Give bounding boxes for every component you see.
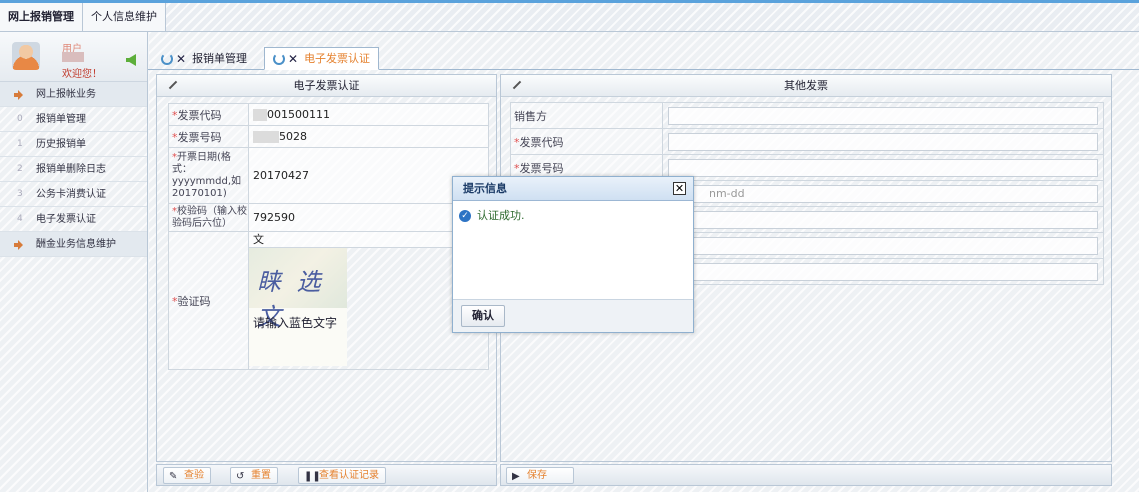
reset-button[interactable]: ↺ 重置 [230,467,278,484]
other-field-input[interactable] [668,236,1098,255]
seller-input[interactable] [668,106,1098,125]
user-box: 用户 欢迎您！ [0,32,147,82]
refresh-icon[interactable] [273,53,285,65]
user-name-redacted [62,52,84,62]
sidebar-item-label: 报销单管理 [36,114,86,125]
sidebar-group-online-reimbursement[interactable]: 网上报帐业务 [0,82,147,107]
right-toolbar: ▶ 保存 [500,464,1112,486]
invoice-code-label: *发票代码 [168,103,249,126]
dialog-title: 提示信息 [463,182,507,195]
dialog-footer: 确认 [453,299,693,332]
panel-title: 其他发票 [784,79,828,92]
sidebar-item-delete-log[interactable]: 2 报销单删除日志 [0,157,147,182]
sidebar-item-number: 0 [17,114,23,124]
invoice-number-label: *发票号码 [168,125,249,148]
seller-label: 销售方 [510,102,663,129]
other-field-cell [662,206,1104,233]
tab-e-invoice-auth[interactable]: ✕ 电子发票认证 [264,47,380,70]
pencil-icon [511,80,521,90]
other-field-cell [662,232,1104,259]
sidebar: 用户 欢迎您！ 网上报帐业务 0 报销单管理 1 历史报销单 2 报销单删除日志… [0,32,148,492]
other-invoice-number-cell [662,154,1104,181]
captcha-label: *验证码 [168,231,249,370]
invoice-number-field[interactable]: 5028 [248,125,489,148]
other-invoice-code-label: *发票代码 [510,128,663,155]
other-invoice-code-cell [662,128,1104,155]
top-menu-bar: 网上报销管理 个人信息维护 [0,3,1139,32]
tab-bar: ✕ 报销单管理 ✕ 电子发票认证 [148,44,1139,70]
pause-icon: ❚❚ [304,471,321,482]
sidebar-item-number: 2 [17,164,23,174]
check-code-label: *校验码（输入校验码后六位） [168,203,249,232]
sidebar-item-label: 历史报销单 [36,139,86,150]
play-icon: ▶ [512,471,520,482]
other-field-input[interactable] [668,210,1098,229]
undo-icon: ↺ [236,471,245,482]
confirm-button[interactable]: 确认 [461,305,505,327]
pencil-icon [167,80,177,90]
other-date-cell: nm-dd [662,180,1104,207]
sidebar-item-history[interactable]: 1 历史报销单 [0,132,147,157]
refresh-icon[interactable] [161,53,173,65]
sidebar-item-number: 4 [17,214,23,224]
sidebar-item-label: 电子发票认证 [36,214,96,225]
sidebar-item-reimbursement-management[interactable]: 0 报销单管理 [0,107,147,132]
arrow-right-icon [14,240,24,250]
invoice-form: *发票代码 001500111 *发票号码 5028 *开票日期(格式：yyyy… [168,103,489,370]
sidebar-item-label: 酬金业务信息维护 [36,239,116,250]
check-circle-icon: ✓ [459,210,471,222]
dialog-message-text: 认证成功. [477,209,525,222]
sidebar-item-label: 网上报帐业务 [36,89,96,100]
other-invoice-number-input[interactable] [668,158,1098,177]
dialog-message: ✓ 认证成功. [459,207,525,223]
panel-header: 其他发票 [501,75,1111,97]
e-invoice-auth-panel: 电子发票认证 *发票代码 001500111 *发票号码 5028 *开票日期(… [156,74,497,462]
tab-label: 电子发票认证 [304,52,371,65]
back-arrow-icon[interactable] [126,54,136,66]
sidebar-group-remuneration[interactable]: 酬金业务信息维护 [0,232,147,257]
avatar [12,42,40,70]
top-menu-profile[interactable]: 个人信息维护 [83,3,166,31]
top-menu-reimbursement[interactable]: 网上报销管理 [0,3,83,31]
info-dialog: 提示信息 ✕ ✓ 认证成功. 确认 [452,176,694,333]
sidebar-item-label: 公务卡消费认证 [36,189,106,200]
other-invoice-code-input[interactable] [668,132,1098,151]
tab-label: 报销单管理 [192,52,248,65]
panel-title: 电子发票认证 [293,79,360,92]
invoice-date-label: *开票日期(格式：yyyymmdd,如20170101) [168,147,249,204]
other-date-input[interactable]: nm-dd [668,184,1098,203]
view-record-button[interactable]: ❚❚ 查看认证记录 [298,467,386,484]
other-field-cell [662,258,1104,285]
captcha-image[interactable]: 睐 选 文 请输入蓝色文字 [249,248,347,366]
save-button[interactable]: ▶ 保存 [506,467,574,484]
arrow-right-icon [14,90,24,100]
seller-cell [662,102,1104,129]
sidebar-item-number: 3 [17,189,23,199]
dialog-header: 提示信息 ✕ [453,177,693,201]
wrench-icon: ✎ [169,471,178,482]
check-button[interactable]: ✎ 查验 [163,467,211,484]
invoice-code-field[interactable]: 001500111 [248,103,489,126]
sidebar-item-label: 报销单删除日志 [36,164,106,175]
tab-reimbursement-management[interactable]: ✕ 报销单管理 [152,47,256,70]
close-icon[interactable]: ✕ [176,49,186,70]
panel-header: 电子发票认证 [157,75,496,97]
close-icon[interactable]: ✕ [288,49,298,70]
sidebar-item-e-invoice-auth[interactable]: 4 电子发票认证 [0,207,147,232]
left-toolbar: ✎ 查验 ↺ 重置 ❚❚ 查看认证记录 [156,464,497,486]
welcome-text: 欢迎您！ [62,69,102,80]
other-field-input[interactable] [668,262,1098,281]
sidebar-item-card-auth[interactable]: 3 公务卡消费认证 [0,182,147,207]
close-icon[interactable]: ✕ [673,182,686,195]
sidebar-item-number: 1 [17,139,23,149]
captcha-hint: 请输入蓝色文字 [253,316,338,330]
